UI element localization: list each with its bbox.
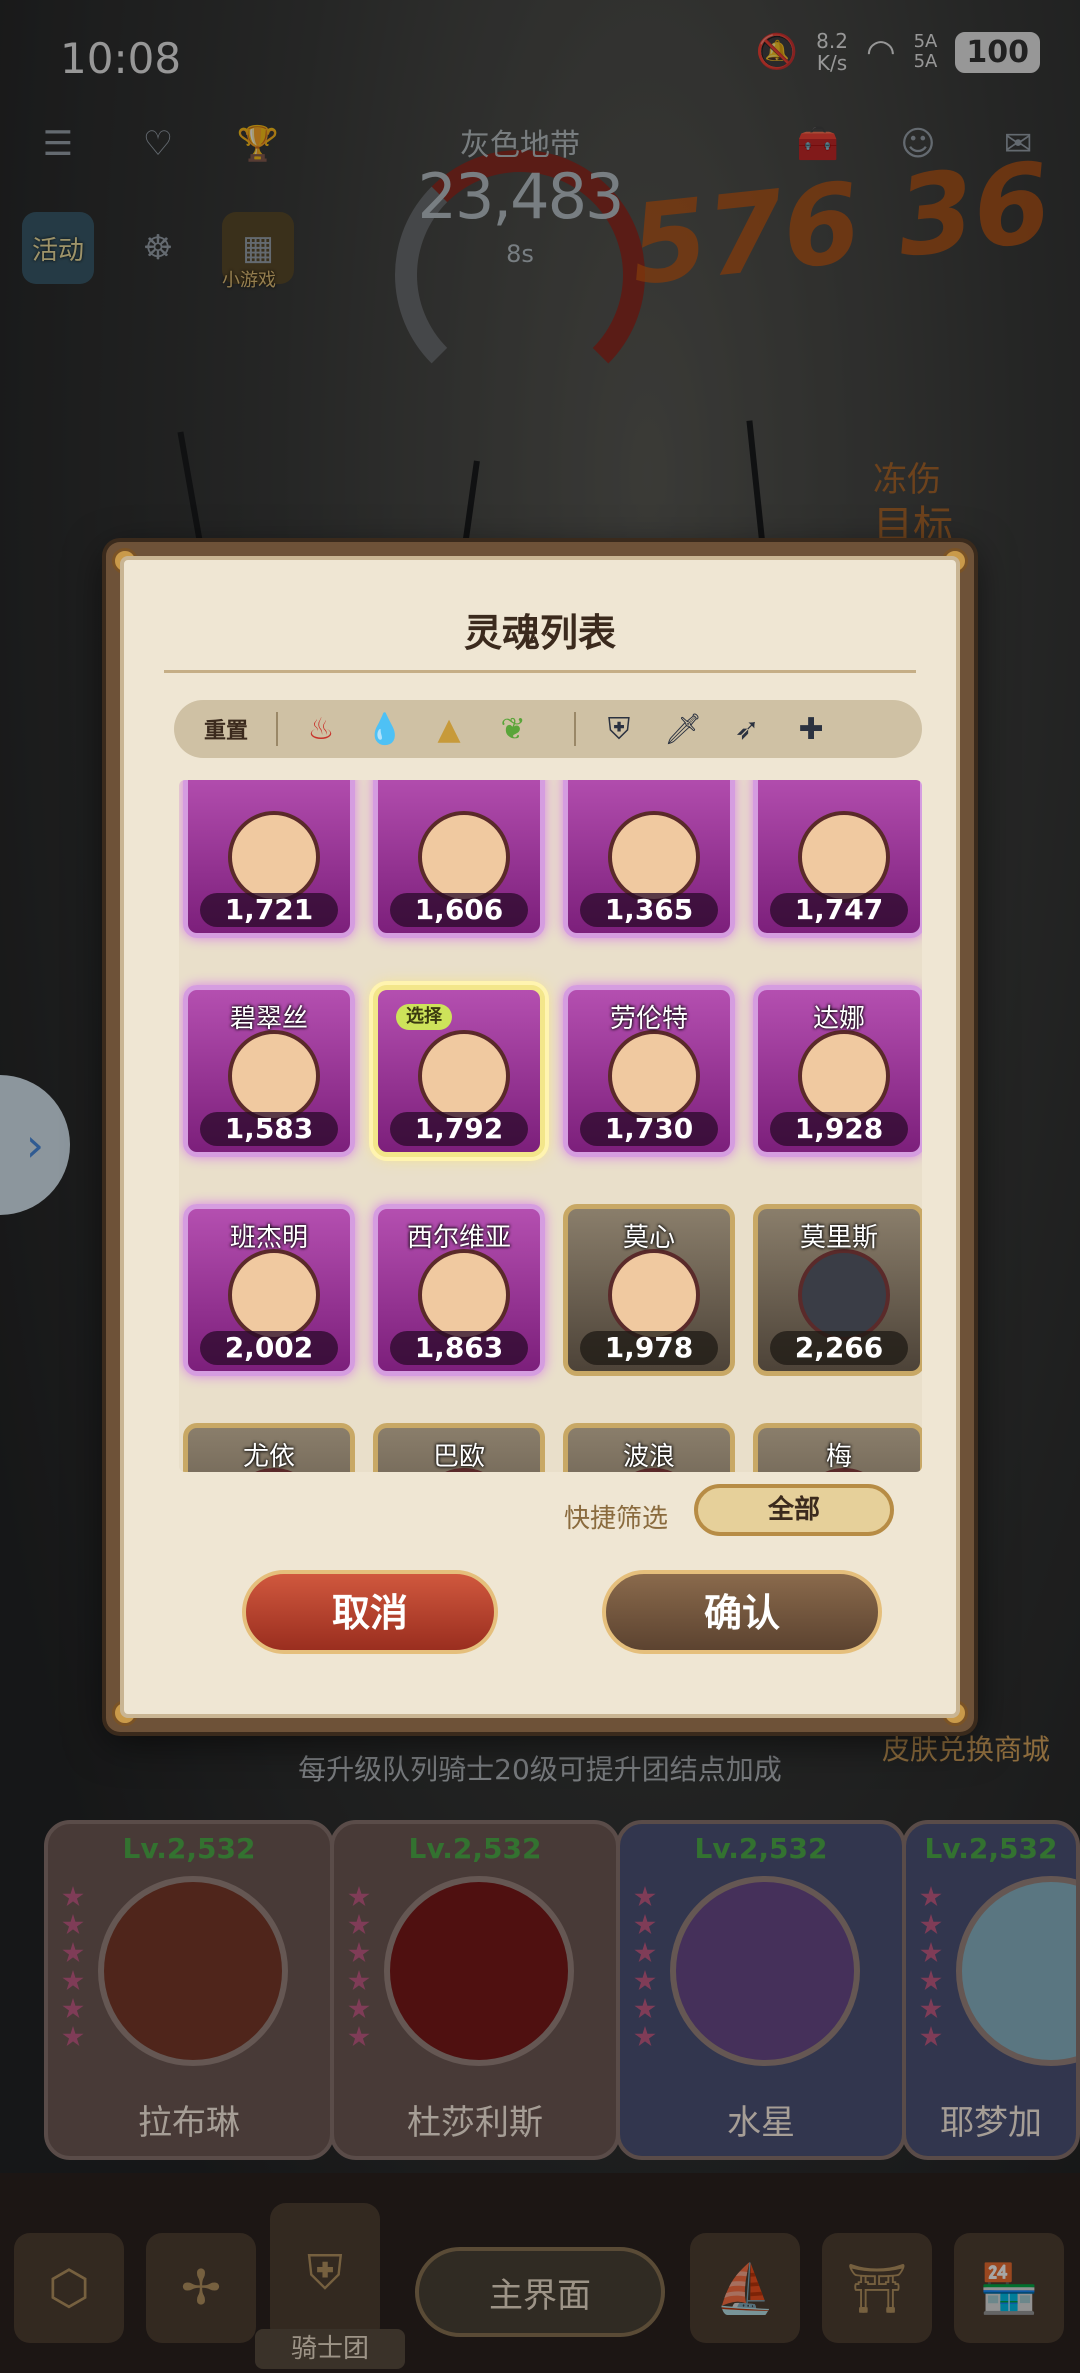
soul-power: 1,928: [770, 1112, 908, 1146]
dialog-body: 灵魂列表 重置 ♨ 💧 ▲ ❦ ⛨ 🗡 ➶ ✚ 1,721 1,606 1,365 1…: [120, 556, 960, 1718]
soul-card[interactable]: 班杰明 2,002: [183, 1204, 355, 1376]
confirm-button[interactable]: 确认: [602, 1570, 882, 1654]
soul-portrait: [418, 811, 510, 903]
soul-card[interactable]: 1,747: [753, 780, 922, 938]
soul-card[interactable]: 达娜 1,928: [753, 985, 922, 1157]
filter-separator: [574, 712, 577, 746]
sword-class-icon[interactable]: 🗡: [662, 708, 704, 750]
soul-card[interactable]: 波浪: [563, 1423, 735, 1472]
soul-power: 1,583: [200, 1112, 338, 1146]
soul-card[interactable]: 梅: [753, 1423, 922, 1472]
soul-power: 2,002: [200, 1331, 338, 1365]
soul-card[interactable]: 1,721: [183, 780, 355, 938]
soul-portrait: [418, 1249, 510, 1341]
soul-card[interactable]: 尤依: [183, 1423, 355, 1472]
soul-power: 2,266: [770, 1331, 908, 1365]
quick-filter-label: 快捷筛选: [564, 1504, 669, 1534]
soul-portrait: [608, 811, 700, 903]
soul-power: 1,365: [580, 893, 718, 927]
soul-portrait: [608, 1030, 700, 1122]
soul-portrait: [608, 1249, 700, 1341]
soul-power: 1,721: [200, 893, 338, 927]
reset-button[interactable]: 重置: [204, 713, 248, 745]
soul-card[interactable]: 碧翠丝 1,583: [183, 985, 355, 1157]
soul-portrait: [798, 1030, 890, 1122]
soul-name: 达娜: [812, 1004, 865, 1034]
soul-name: 西尔维亚: [406, 1223, 511, 1253]
soul-card[interactable]: 劳伦特 1,730: [563, 985, 735, 1157]
soul-card[interactable]: 莫心 1,978: [563, 1204, 735, 1376]
soul-name: 莫心: [622, 1223, 675, 1253]
quick-filter-dropdown[interactable]: 全部: [694, 1484, 894, 1536]
soul-power: 1,747: [770, 893, 908, 927]
soul-power: 1,792: [390, 1112, 528, 1146]
soul-card[interactable]: 巴欧: [373, 1423, 545, 1472]
soul-name: 巴欧: [432, 1442, 485, 1472]
soul-portrait: [798, 811, 890, 903]
soul-power: 1,863: [390, 1331, 528, 1365]
cancel-button[interactable]: 取消: [242, 1570, 498, 1654]
tank-class-icon[interactable]: ⛨: [598, 708, 640, 750]
soul-portrait: [228, 1249, 320, 1341]
soul-card[interactable]: 莫里斯 2,266: [753, 1204, 922, 1376]
soul-card[interactable]: 西尔维亚 1,863: [373, 1204, 545, 1376]
soul-card[interactable]: 1,365: [563, 780, 735, 938]
soul-name: 梅: [825, 1442, 852, 1472]
wind-element-icon[interactable]: ❦: [492, 708, 534, 750]
soul-name: 莫里斯: [799, 1223, 878, 1253]
soul-portrait: [798, 1249, 890, 1341]
water-element-icon[interactable]: 💧: [364, 708, 406, 750]
soul-grid: 1,721 1,606 1,365 1,747 碧翠丝 1,583 选择 1,792 劳伦特 1,…: [179, 780, 922, 1472]
soul-card[interactable]: 1,606: [373, 780, 545, 938]
filter-separator: [276, 712, 279, 746]
ranged-class-icon[interactable]: ➶: [726, 708, 768, 750]
soul-grid-viewport[interactable]: 1,721 1,606 1,365 1,747 碧翠丝 1,583 选择 1,792 劳伦特 1,…: [179, 780, 922, 1472]
soul-name: 碧翠丝: [229, 1004, 308, 1034]
soul-portrait: [228, 811, 320, 903]
soul-power: 1,978: [580, 1331, 718, 1365]
soul-power: 1,730: [580, 1112, 718, 1146]
selected-badge: 选择: [396, 1004, 452, 1030]
healer-class-icon[interactable]: ✚: [790, 708, 832, 750]
title-divider: [164, 670, 916, 673]
fire-element-icon[interactable]: ♨: [300, 708, 342, 750]
dialog-title: 灵魂列表: [463, 611, 616, 655]
soul-name: 波浪: [622, 1442, 675, 1472]
earth-element-icon[interactable]: ▲: [428, 708, 470, 750]
soul-portrait: [418, 1030, 510, 1122]
soul-list-dialog: 灵魂列表 重置 ♨ 💧 ▲ ❦ ⛨ 🗡 ➶ ✚ 1,721 1,606 1,365 1…: [106, 542, 974, 1732]
soul-card[interactable]: 选择 1,792: [373, 985, 545, 1157]
filter-bar: 重置 ♨ 💧 ▲ ❦ ⛨ 🗡 ➶ ✚: [174, 700, 922, 758]
soul-name: 班杰明: [229, 1223, 308, 1253]
soul-power: 1,606: [390, 893, 528, 927]
soul-name: 尤依: [242, 1442, 295, 1472]
soul-portrait: [228, 1030, 320, 1122]
soul-name: 劳伦特: [609, 1004, 688, 1034]
